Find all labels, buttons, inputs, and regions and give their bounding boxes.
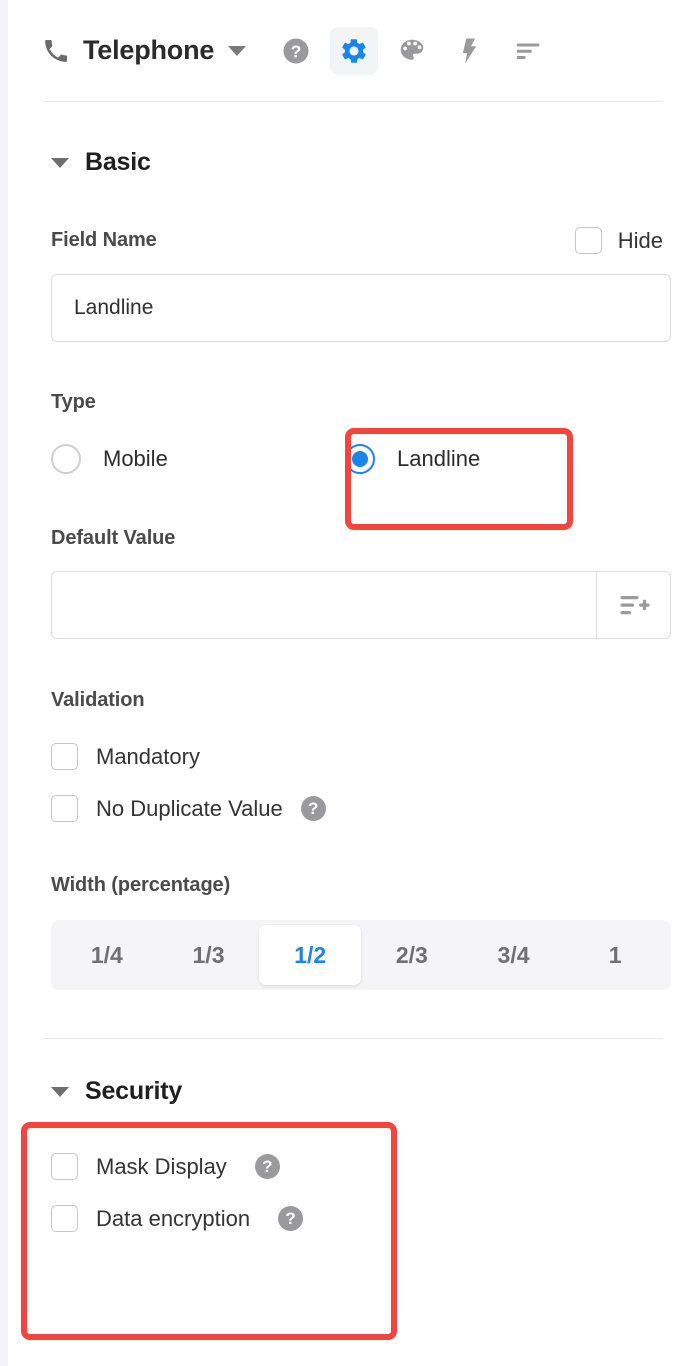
lightning-icon-button[interactable] bbox=[446, 27, 494, 75]
validation-label: Validation bbox=[51, 689, 145, 711]
security-section-title: Security bbox=[85, 1077, 183, 1105]
header-toolbar: ? bbox=[272, 26, 552, 75]
sort-icon-button[interactable] bbox=[504, 27, 552, 75]
no-duplicate-value-checkbox-row[interactable]: No Duplicate Value ? bbox=[8, 795, 698, 822]
landline-label: Landline bbox=[397, 446, 481, 471]
field-name-input[interactable] bbox=[51, 274, 671, 342]
mandatory-label: Mandatory bbox=[96, 743, 200, 769]
insert-list-plus-icon bbox=[620, 596, 650, 615]
default-value-input[interactable] bbox=[52, 572, 596, 638]
default-value-row bbox=[51, 571, 671, 639]
width-option-1[interactable]: 1 bbox=[564, 925, 666, 985]
data-encryption-label: Data encryption bbox=[96, 1205, 251, 1231]
width-segmented-control: 1/4 1/3 1/2 2/3 3/4 1 bbox=[51, 920, 671, 990]
width-option-2-3[interactable]: 2/3 bbox=[361, 925, 463, 985]
width-option-1-4[interactable]: 1/4 bbox=[56, 925, 158, 985]
basic-section-title: Basic bbox=[85, 148, 151, 176]
help-icon-button[interactable]: ? bbox=[272, 27, 320, 75]
chevron-down-icon[interactable] bbox=[228, 45, 247, 56]
mask-display-checkbox[interactable] bbox=[51, 1153, 78, 1180]
insert-list-plus-icon-button[interactable] bbox=[596, 572, 670, 638]
mandatory-checkbox-row[interactable]: Mandatory bbox=[8, 743, 698, 770]
no-duplicate-value-checkbox[interactable] bbox=[51, 795, 78, 822]
width-option-1-2[interactable]: 1/2 bbox=[259, 925, 362, 985]
type-label: Type bbox=[51, 391, 96, 413]
mobile-label: Mobile bbox=[103, 446, 168, 471]
field-name-label: Field Name bbox=[51, 229, 157, 251]
hide-checkbox[interactable] bbox=[574, 227, 602, 254]
basic-section-header[interactable]: Basic bbox=[8, 148, 698, 177]
data-encryption-checkbox[interactable] bbox=[51, 1205, 78, 1232]
mask-display-help-icon[interactable]: ? bbox=[254, 1154, 280, 1179]
mask-display-checkbox-row[interactable]: Mask Display ? bbox=[8, 1153, 698, 1180]
hide-checkbox-group[interactable]: Hide bbox=[574, 227, 663, 254]
phone-icon bbox=[43, 38, 69, 64]
type-option-landline[interactable]: Landline bbox=[345, 444, 480, 474]
collapse-triangle-icon[interactable] bbox=[51, 157, 69, 168]
width-option-3-4[interactable]: 3/4 bbox=[463, 925, 565, 985]
header-divider bbox=[43, 101, 663, 102]
width-label: Width (percentage) bbox=[51, 874, 231, 896]
palette-icon-button[interactable] bbox=[388, 27, 436, 75]
mandatory-checkbox[interactable] bbox=[51, 743, 78, 770]
svg-text:?: ? bbox=[291, 41, 302, 61]
security-section: Security Mask Display ? Data encryption … bbox=[8, 1077, 698, 1232]
security-section-header[interactable]: Security bbox=[8, 1077, 698, 1106]
data-encryption-checkbox-row[interactable]: Data encryption ? bbox=[8, 1205, 698, 1232]
field-name-row: Field Name Hide bbox=[8, 227, 698, 254]
type-option-mobile[interactable]: Mobile bbox=[51, 444, 345, 474]
data-encryption-help-icon[interactable]: ? bbox=[278, 1206, 304, 1231]
panel-header: Telephone ? bbox=[8, 0, 698, 101]
mobile-radio[interactable] bbox=[51, 444, 81, 474]
no-duplicate-value-label: No Duplicate Value bbox=[96, 795, 283, 821]
hide-label: Hide bbox=[617, 227, 663, 253]
mask-display-label: Mask Display bbox=[96, 1153, 227, 1179]
collapse-triangle-icon[interactable] bbox=[51, 1086, 69, 1097]
landline-radio[interactable] bbox=[345, 444, 375, 474]
section-divider bbox=[43, 1038, 663, 1039]
field-properties-panel: Telephone ? Basic Field Name Hide Landli… bbox=[0, 0, 698, 1366]
basic-section: Basic Field Name Hide Type Mobile Landli… bbox=[8, 148, 698, 990]
type-radio-group: Mobile Landline bbox=[8, 444, 698, 474]
default-value-label: Default Value bbox=[51, 527, 176, 549]
no-duplicate-value-help-icon[interactable]: ? bbox=[300, 796, 326, 821]
gear-icon-button[interactable] bbox=[330, 26, 379, 75]
width-option-1-3[interactable]: 1/3 bbox=[158, 925, 260, 985]
page-title: Telephone bbox=[83, 35, 215, 65]
